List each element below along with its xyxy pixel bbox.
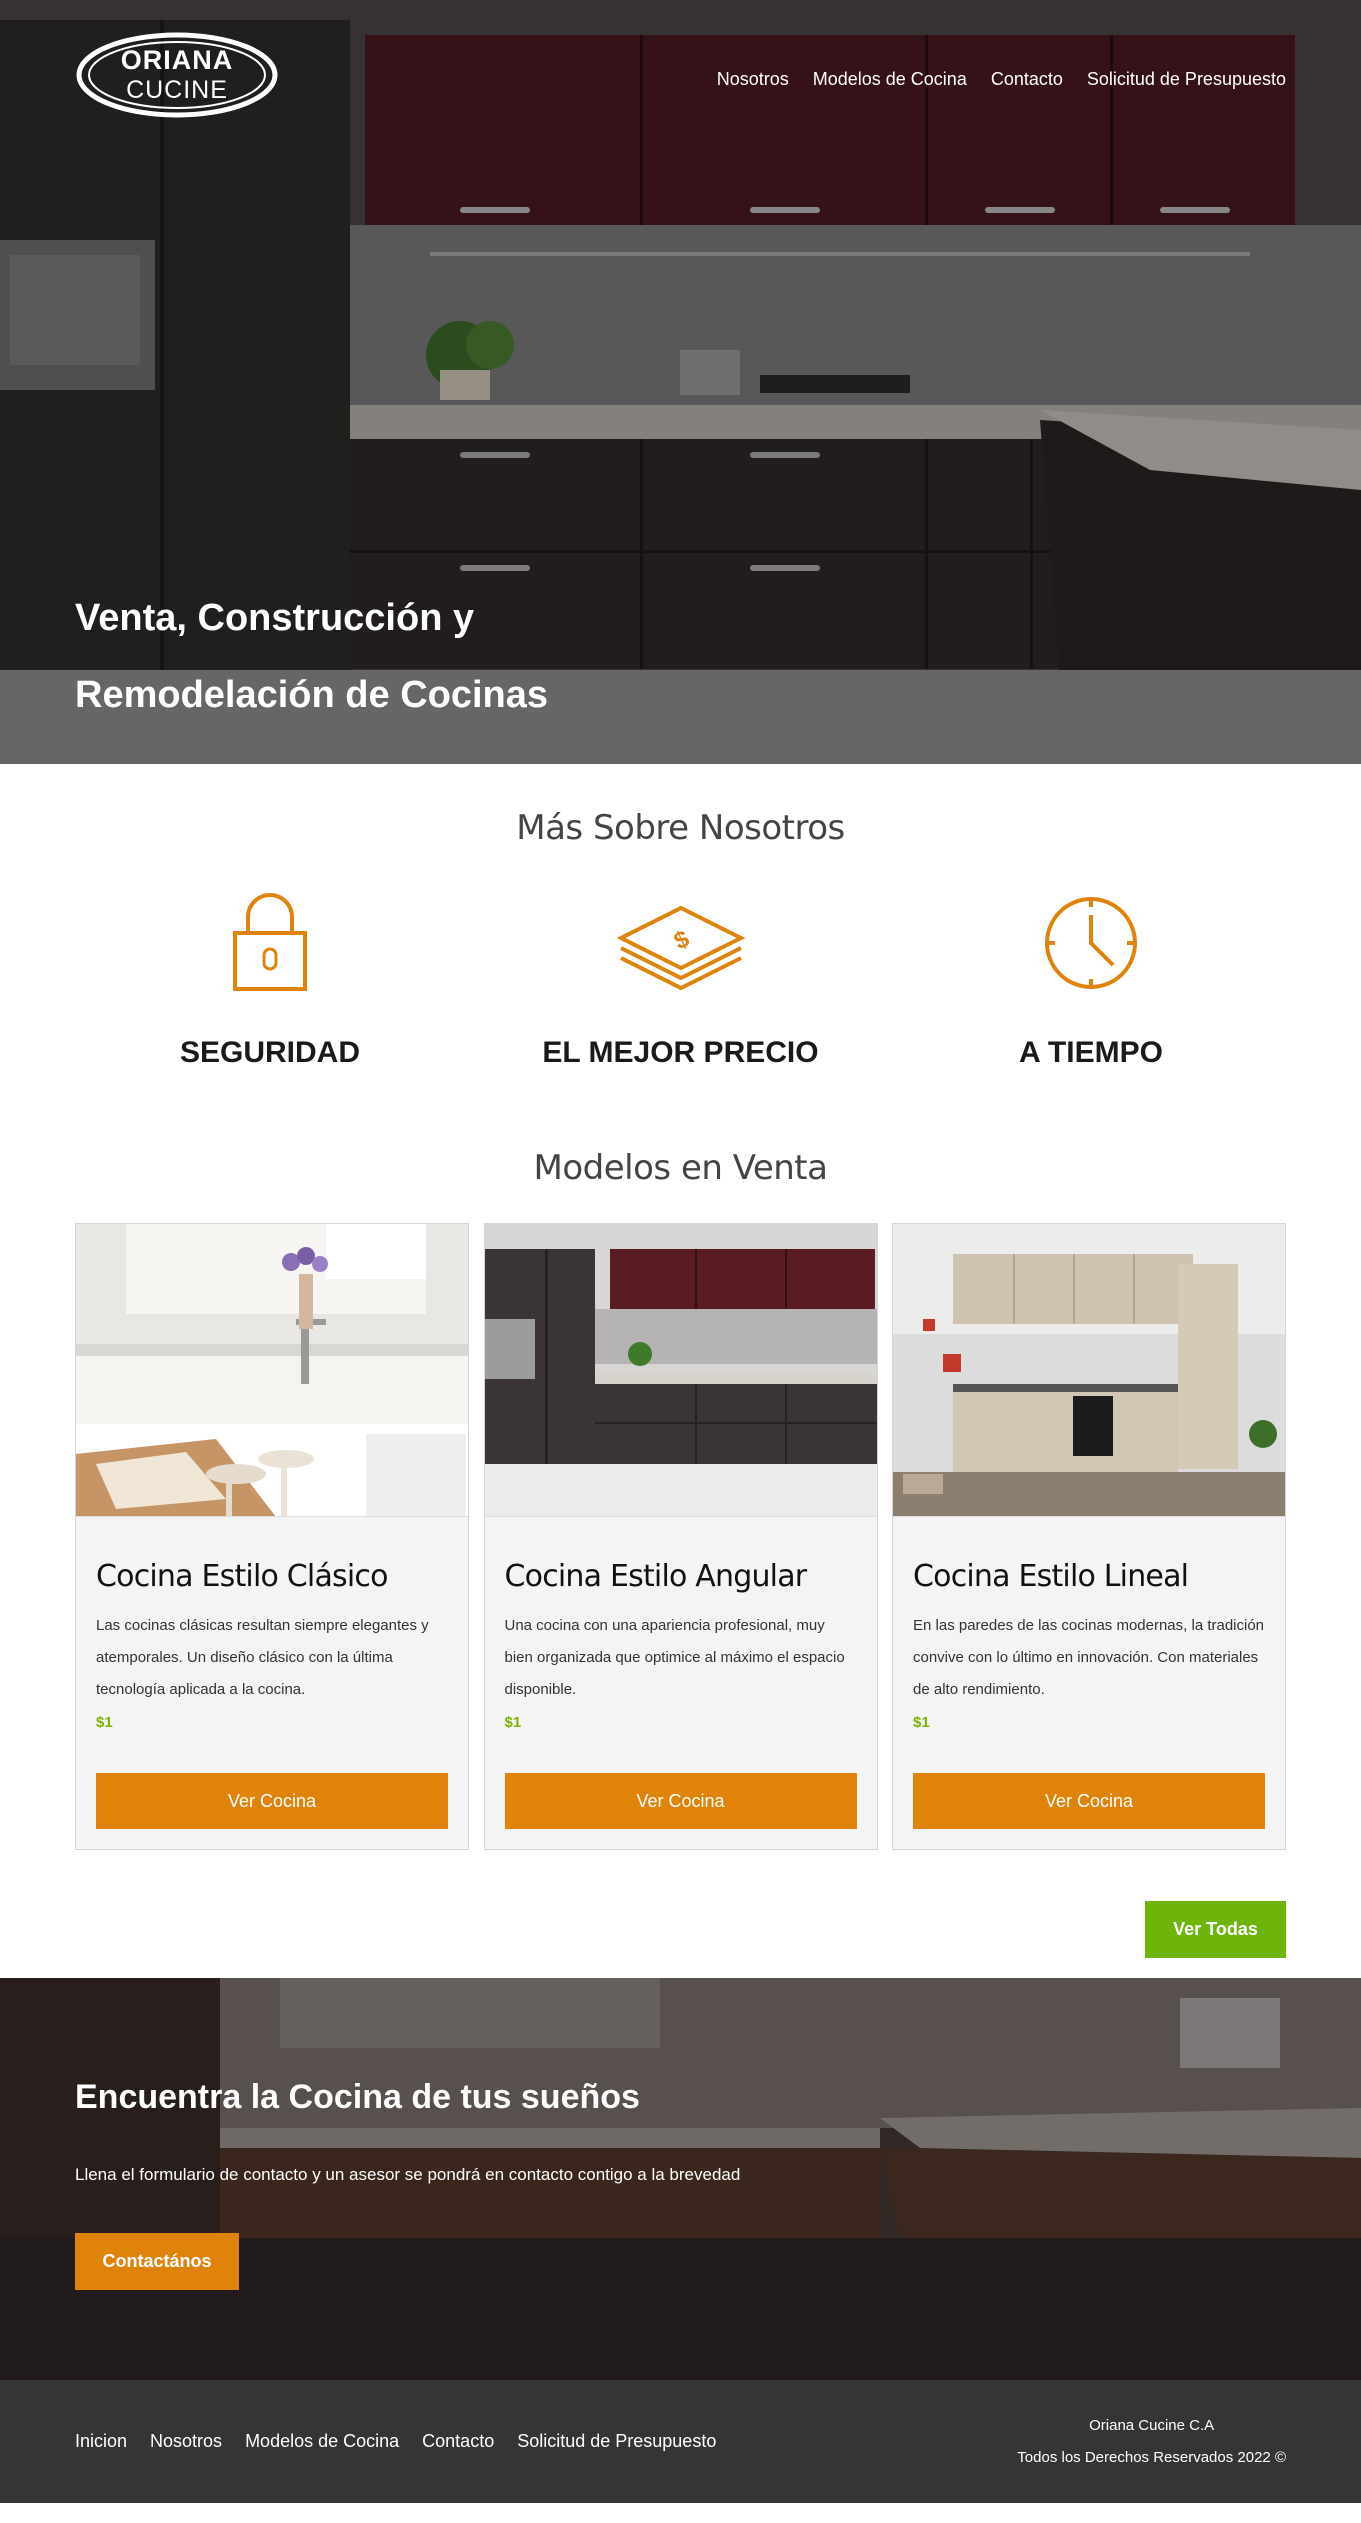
feature-label: SEGURIDAD xyxy=(179,1036,360,1069)
feature-label: A TIEMPO xyxy=(1019,1036,1163,1069)
footer-nav: Inicion Nosotros Modelos de Cocina Conta… xyxy=(75,2431,716,2452)
hero-title-line2: Remodelación de Cocinas xyxy=(75,674,549,716)
cta-banner: Encuentra la Cocina de tus sueños Llena … xyxy=(0,1978,1361,2380)
models-title: Modelos en Venta xyxy=(533,1148,828,1188)
padlock-icon xyxy=(75,888,465,998)
brand-logo[interactable]: ORIANA CUCINE xyxy=(75,30,279,120)
money-stack-icon: $ xyxy=(486,888,876,998)
footer-link-presupuesto[interactable]: Solicitud de Presupuesto xyxy=(517,2431,716,2452)
view-kitchen-button[interactable]: Ver Cocina xyxy=(504,1773,857,1829)
cta-title: Encuentra la Cocina de tus sueños xyxy=(75,2078,640,2116)
model-price: $1 xyxy=(96,1714,113,1731)
feature-on-time: A TIEMPO xyxy=(896,888,1286,1070)
model-price: $1 xyxy=(504,1714,522,1731)
view-all-button[interactable]: Ver Todas xyxy=(1145,1901,1286,1958)
cta-content: Encuentra la Cocina de tus sueños Llena … xyxy=(75,2078,740,2290)
about-section: Más Sobre Nosotros SEGURIDAD $ EL MEJOR … xyxy=(0,764,1361,1188)
model-image-angular[interactable] xyxy=(484,1224,877,1517)
cta-text: Llena el formulario de contacto y un ase… xyxy=(75,2165,741,2184)
model-title: Cocina Estilo Angular xyxy=(504,1559,808,1594)
footer: Inicion Nosotros Modelos de Cocina Conta… xyxy=(0,2380,1361,2503)
main-nav: Nosotros Modelos de Cocina Contacto Soli… xyxy=(717,69,1286,90)
model-price: $1 xyxy=(913,1714,930,1731)
clock-icon xyxy=(896,888,1286,998)
model-description: Las cocinas clásicas resultan siempre el… xyxy=(96,1617,429,1698)
footer-link-modelos[interactable]: Modelos de Cocina xyxy=(245,2431,399,2452)
view-kitchen-button[interactable]: Ver Cocina xyxy=(913,1773,1265,1829)
feature-security: SEGURIDAD xyxy=(75,888,465,1070)
model-image-clasico[interactable] xyxy=(76,1224,468,1517)
nav-link-presupuesto[interactable]: Solicitud de Presupuesto xyxy=(1087,69,1286,90)
footer-link-contacto[interactable]: Contacto xyxy=(422,2431,494,2452)
rights-text: Todos los Derechos Reservados 2022 © xyxy=(1017,2448,1286,2466)
logo-line2: CUCINE xyxy=(126,76,228,104)
footer-link-inicio[interactable]: Inicion xyxy=(75,2431,127,2452)
features-row: SEGURIDAD $ EL MEJOR PRECIO A TIEMPO xyxy=(0,848,1361,1070)
nav-link-nosotros[interactable]: Nosotros xyxy=(717,69,789,90)
footer-link-nosotros[interactable]: Nosotros xyxy=(150,2431,222,2452)
top-navbar: ORIANA CUCINE Nosotros Modelos de Cocina… xyxy=(0,0,1361,160)
model-title: Cocina Estilo Clásico xyxy=(96,1559,388,1594)
nav-link-contacto[interactable]: Contacto xyxy=(991,69,1063,90)
model-card-clasico: Cocina Estilo Clásico Las cocinas clásic… xyxy=(75,1223,469,1850)
model-title: Cocina Estilo Lineal xyxy=(913,1559,1189,1594)
model-description: En las paredes de las cocinas modernas, … xyxy=(913,1617,1265,1698)
nav-link-modelos[interactable]: Modelos de Cocina xyxy=(813,69,967,90)
svg-text:$: $ xyxy=(670,925,694,955)
about-title: Más Sobre Nosotros xyxy=(516,808,845,848)
model-card-angular: Cocina Estilo Angular Una cocina con una… xyxy=(483,1223,878,1850)
feature-label: EL MEJOR PRECIO xyxy=(542,1036,819,1069)
models-grid: Cocina Estilo Clásico Las cocinas clásic… xyxy=(0,1188,1361,1850)
view-kitchen-button[interactable]: Ver Cocina xyxy=(96,1773,448,1829)
contact-button[interactable]: Contactános xyxy=(75,2233,239,2290)
logo-line1: ORIANA xyxy=(120,45,234,75)
company-name: Oriana Cucine C.A xyxy=(1089,2416,1215,2434)
model-description: Una cocina con una apariencia profesiona… xyxy=(504,1617,845,1698)
hero-title-line1: Venta, Construcción y xyxy=(75,597,475,639)
view-all-wrap: Ver Todas xyxy=(0,1850,1361,1958)
footer-copyright: Oriana Cucine C.A Todos los Derechos Res… xyxy=(1017,2410,1286,2474)
feature-price: $ EL MEJOR PRECIO xyxy=(486,888,876,1070)
hero-banner: ORIANA CUCINE Nosotros Modelos de Cocina… xyxy=(0,0,1361,764)
hero-title: Venta, Construcción y Remodelación de Co… xyxy=(75,580,548,734)
model-image-lineal[interactable] xyxy=(893,1224,1285,1517)
model-card-lineal: Cocina Estilo Lineal En las paredes de l… xyxy=(892,1223,1286,1850)
